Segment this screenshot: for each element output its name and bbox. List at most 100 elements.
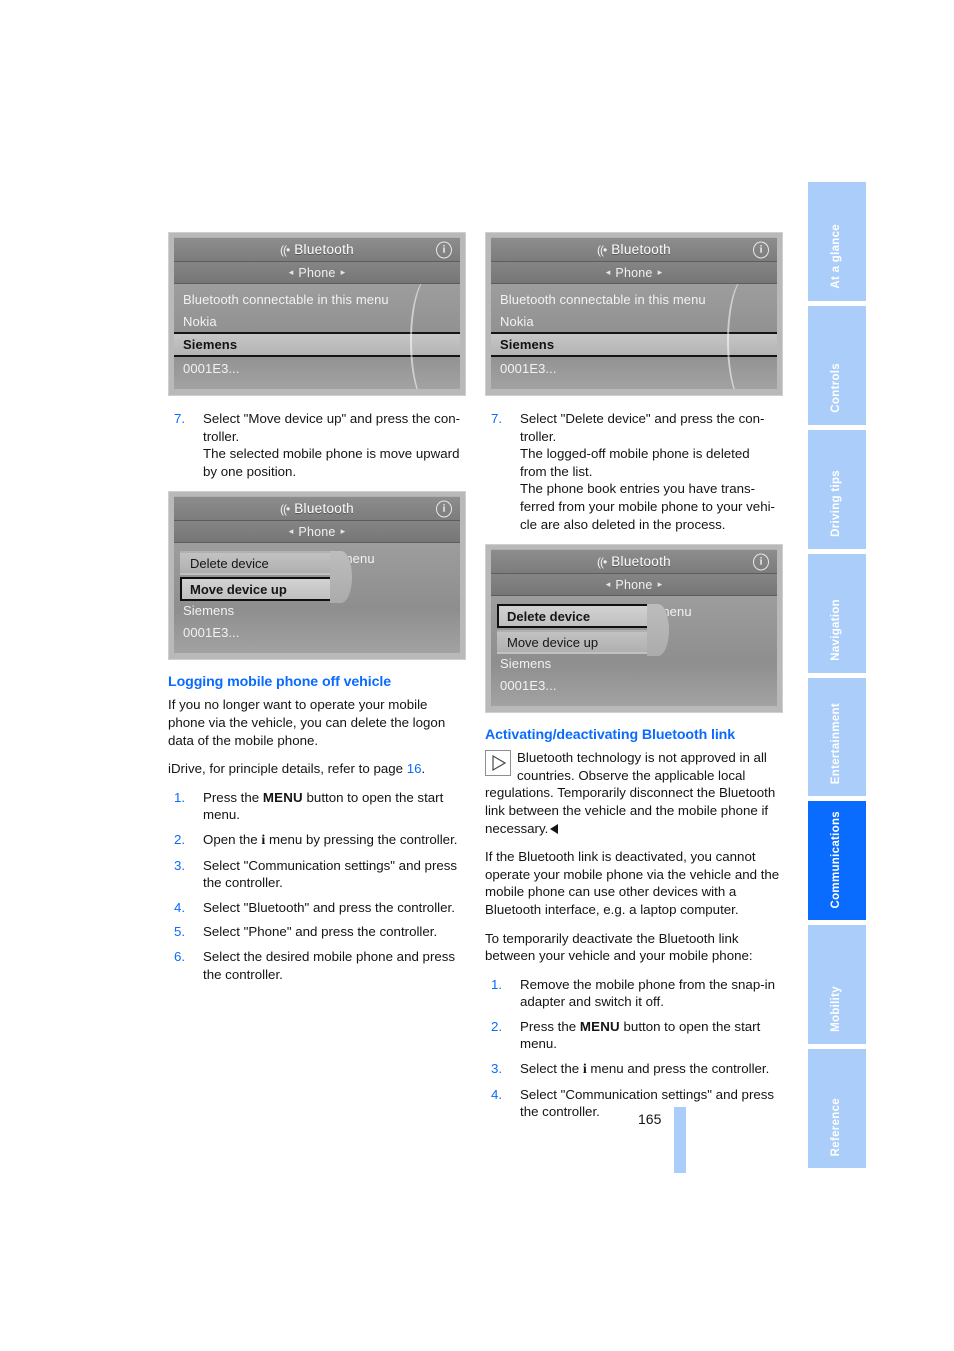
bluetooth-wave-icon: ((• xyxy=(280,242,290,257)
idrive-ref-period: . xyxy=(421,761,426,777)
list-item: 0001E3... xyxy=(183,624,240,640)
step-text: Select "Phone" and press the controller. xyxy=(203,924,438,940)
screenshot-title-bar: ((• Bluetooth i xyxy=(491,237,777,262)
warning-note: Bluetooth technology is not approved in … xyxy=(485,749,783,837)
screenshot-subtitle: Phone xyxy=(615,265,653,280)
section-heading-bluetooth-link: Activating/deactivating Bluetooth link xyxy=(485,727,736,744)
info-badge-icon: i xyxy=(436,241,452,258)
tab-controls[interactable]: Controls xyxy=(808,305,866,425)
context-menu-tab xyxy=(647,604,669,657)
list-item-selected: Siemens xyxy=(174,332,460,357)
tab-inner: Driving tips xyxy=(808,470,866,537)
tab-inner: At a glance xyxy=(808,224,866,289)
right-column: ((• Bluetooth i ◂ Phone ▸ Bluetooth conn… xyxy=(485,232,783,1132)
context-menu-item-delete-device: Delete device xyxy=(497,604,649,629)
step-text-line: Select "Move device up" and press the co… xyxy=(203,411,461,426)
list-item: 0001E3... xyxy=(500,677,557,693)
step-number: 4. xyxy=(491,1086,503,1102)
idrive-screenshot-1: ((• Bluetooth i ◂ Phone ▸ Bluetooth conn… xyxy=(168,232,466,396)
triangle-right-glyph xyxy=(491,755,506,772)
tab-navigation[interactable]: Navigation xyxy=(808,553,866,673)
screenshot-title: Bluetooth xyxy=(294,501,354,517)
step-number: 4. xyxy=(174,899,186,915)
step-text: Press the xyxy=(520,1018,580,1034)
tab-label: Driving tips xyxy=(830,469,843,537)
tab-mobility[interactable]: Mobility xyxy=(808,925,866,1045)
idrive-screenshot-4: ((• Bluetooth i ◂ Phone ▸ ble in this me… xyxy=(485,544,783,714)
context-menu: Delete device Move device up xyxy=(180,551,352,604)
screenshot-subtitle: Phone xyxy=(615,577,653,592)
step-text-line: Select "Delete device" and press the con… xyxy=(520,411,765,426)
screenshot-title: Bluetooth xyxy=(294,242,354,257)
menu-button-label: MENU xyxy=(262,789,303,805)
page-footer: 165 xyxy=(600,1107,720,1177)
page-reference-link[interactable]: 16 xyxy=(407,761,422,776)
step-text: menu and press the controller. xyxy=(586,1061,770,1077)
list-item: 1. Remove the mobile phone from the snap-… xyxy=(485,976,783,1011)
step-text: Open the xyxy=(203,831,262,847)
step-text-line: ferred from your mobile phone to your ve… xyxy=(520,498,775,514)
note-end-marker-icon xyxy=(550,823,559,834)
info-badge-icon: i xyxy=(753,241,769,258)
step-text-line: The logged-off mobile phone is deleted xyxy=(520,446,750,462)
tab-inner: Communications xyxy=(808,811,866,909)
menu-button-label: MENU xyxy=(579,1018,620,1034)
list-item: 2. Press the MENU button to open the star… xyxy=(485,1018,783,1053)
tab-entertainment[interactable]: Entertainment xyxy=(808,677,866,797)
bluetooth-wave-icon: ((• xyxy=(280,501,290,516)
step-text: Select "Communication settings" and pres… xyxy=(203,857,458,891)
list-item: Nokia xyxy=(500,313,534,329)
chevron-left-icon: ◂ xyxy=(288,526,294,537)
left-steps-list: 1. Press the MENU button to open the star… xyxy=(168,789,466,983)
screenshot-title-bar: ((• Bluetooth i xyxy=(174,237,460,262)
list-item: 0001E3... xyxy=(500,360,557,376)
step-text-line: troller. xyxy=(203,428,240,444)
step-number: 5. xyxy=(174,924,186,940)
section-heading-logging-off: Logging mobile phone off vehicle xyxy=(168,674,392,691)
chevron-right-icon: ▸ xyxy=(340,267,346,277)
context-menu-item-move-device-up: Move device up xyxy=(180,577,332,602)
warning-note-text: Bluetooth technology is not approved in … xyxy=(485,750,776,836)
chevron-left-icon: ◂ xyxy=(288,267,294,277)
tab-label: Reference xyxy=(830,1097,843,1156)
step-number: 2. xyxy=(491,1018,503,1034)
step-text-line: The selected mobile phone is move upward xyxy=(203,446,460,462)
tab-at-a-glance[interactable]: At a glance xyxy=(808,182,866,301)
tab-inner: Reference xyxy=(808,1098,866,1156)
step-text: Select "Bluetooth" and press the control… xyxy=(203,899,455,915)
tab-inner: Entertainment xyxy=(808,703,866,784)
screenshot-list: Bluetooth connectable in this menu Nokia… xyxy=(491,284,777,389)
idrive-screenshot-3: ((• Bluetooth i ◂ Phone ▸ Bluetooth conn… xyxy=(485,232,783,396)
chevron-right-icon: ▸ xyxy=(340,526,346,537)
step-number: 1. xyxy=(491,976,503,992)
context-menu: Delete device Move device up xyxy=(497,604,669,657)
info-badge-icon: i xyxy=(436,500,452,518)
step-text-line: by one position. xyxy=(203,463,297,479)
bluetooth-wave-icon: ((• xyxy=(597,242,607,257)
screenshot-list: ble in this menu Delete device Move devi… xyxy=(491,596,777,707)
tab-communications[interactable]: Communications xyxy=(808,801,866,921)
tab-driving-tips[interactable]: Driving tips xyxy=(808,429,866,549)
step-text: Select the desired mobile phone and pres… xyxy=(203,948,456,982)
step-number: 7. xyxy=(174,411,186,426)
tab-inner: Navigation xyxy=(808,599,866,661)
screenshot-list: ble in this menu Delete device Move devi… xyxy=(174,543,460,654)
list-item: 2. Open the i menu by pressing the contro… xyxy=(168,831,466,850)
screenshot-title: Bluetooth xyxy=(611,554,671,570)
screenshot-title-bar: ((• Bluetooth i xyxy=(174,496,460,522)
step-text: Remove the mobile phone from the snap-in… xyxy=(520,976,775,1010)
bluetooth-wave-icon: ((• xyxy=(597,554,607,569)
step-text-line: cle are also deleted in the process. xyxy=(520,516,726,532)
step-number: 7. xyxy=(491,411,503,426)
step-number: 1. xyxy=(174,789,186,805)
tab-reference[interactable]: Reference xyxy=(808,1049,866,1168)
right-steps-list: 1. Remove the mobile phone from the snap-… xyxy=(485,976,783,1121)
step-number: 3. xyxy=(174,857,186,873)
step-text-line: from the list. xyxy=(520,463,593,479)
bluetooth-deactivated-paragraph: If the Bluetooth link is deactivated, yo… xyxy=(485,849,780,917)
chevron-right-icon: ▸ xyxy=(657,267,663,277)
idrive-screenshot-2: ((• Bluetooth i ◂ Phone ▸ ble in this me… xyxy=(168,491,466,661)
step-text: Select the xyxy=(520,1061,583,1077)
tab-label: Entertainment xyxy=(830,703,843,785)
triangle-right-icon xyxy=(485,750,511,777)
